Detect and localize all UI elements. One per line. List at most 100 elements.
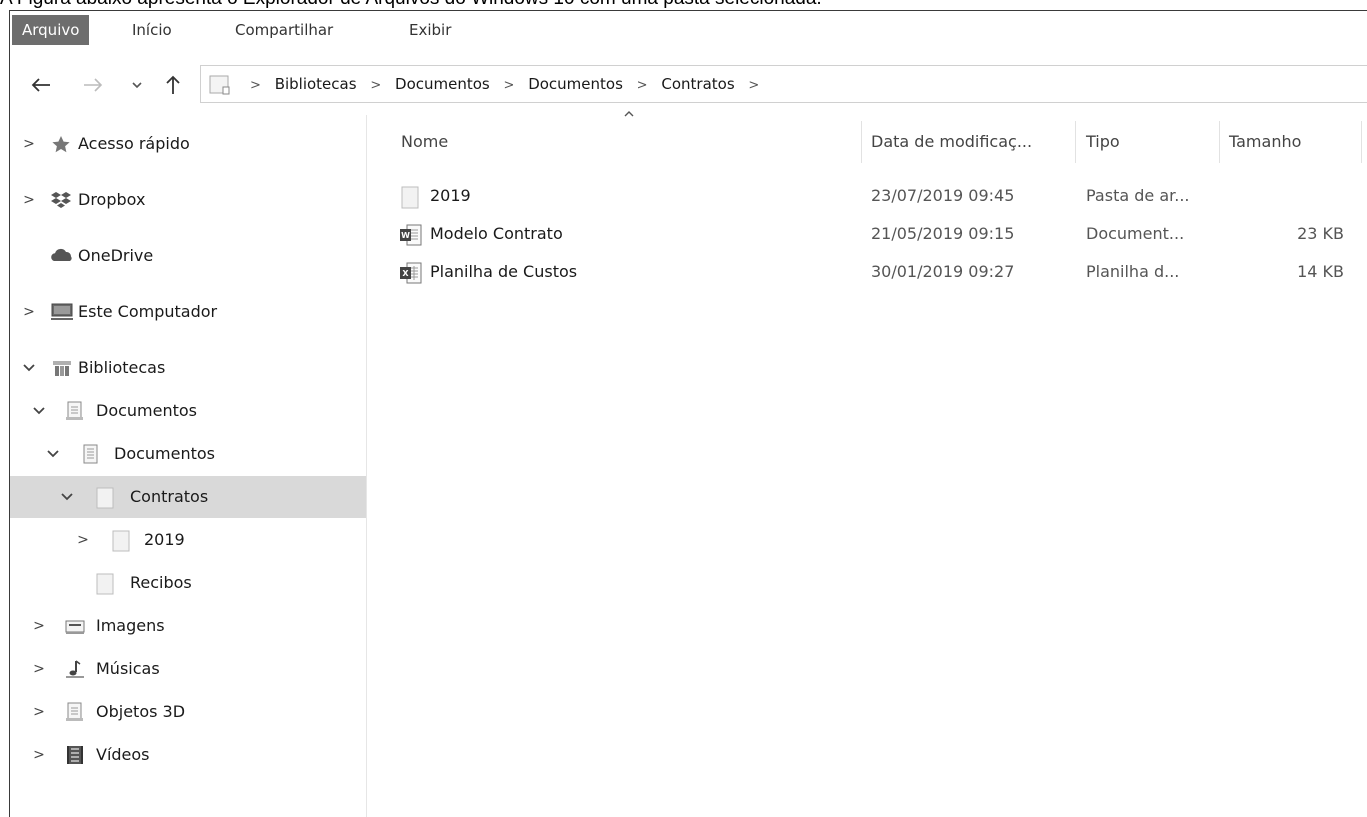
tab-exibir[interactable]: Exibir — [409, 15, 451, 45]
arrow-up-icon — [166, 75, 180, 94]
sort-ascending-icon — [623, 109, 635, 119]
file-type: Document... — [1086, 224, 1185, 243]
tree-item-label: Recibos — [130, 573, 192, 592]
chevron-down-icon[interactable] — [46, 444, 60, 464]
computer-icon — [50, 302, 73, 322]
tree-item-label: Documentos — [96, 401, 198, 420]
navigation-bar: > Bibliotecas > Documentos > Documentos … — [10, 63, 1367, 107]
file-date: 23/07/2019 09:45 — [871, 186, 1015, 205]
video-icon — [64, 745, 86, 765]
back-button[interactable] — [28, 69, 54, 101]
address-bar[interactable]: > Bibliotecas > Documentos > Documentos … — [200, 65, 1367, 103]
breadcrumb-documentos-2[interactable]: Documentos — [528, 66, 623, 102]
tree-item-bibliotecas[interactable]: Bibliotecas — [10, 347, 366, 389]
file-row-modelo-contrato[interactable]: W Modelo Contrato 21/05/2019 09:15 Docum… — [367, 215, 1367, 253]
column-header-size[interactable]: Tamanho — [1229, 121, 1301, 163]
tree-item-este-computador[interactable]: > Este Computador — [10, 291, 366, 333]
tree-item-label: Bibliotecas — [78, 358, 166, 377]
chevron-right-icon[interactable]: > — [32, 745, 46, 765]
document-icon — [80, 444, 102, 464]
svg-text:X: X — [402, 269, 409, 278]
breadcrumb-separator[interactable]: > — [637, 68, 648, 104]
tree-item-videos[interactable]: > Vídeos — [10, 734, 366, 776]
chevron-right-icon[interactable]: > — [32, 702, 46, 722]
tree-item-dropbox[interactable]: > Dropbox — [10, 179, 366, 221]
tree-item-label: Músicas — [96, 659, 160, 678]
chevron-down-icon — [132, 82, 142, 89]
tree-item-documentos-folder[interactable]: Documentos — [10, 433, 366, 475]
breadcrumb-contratos[interactable]: Contratos — [661, 66, 734, 102]
chevron-right-icon[interactable]: > — [22, 190, 36, 210]
word-document-icon: W — [399, 224, 422, 246]
file-date: 30/01/2019 09:27 — [871, 262, 1015, 281]
tree-item-label: Dropbox — [78, 190, 146, 209]
file-row-planilha-de-custos[interactable]: X Planilha de Custos 30/01/2019 09:27 Pl… — [367, 253, 1367, 291]
tree-item-imagens[interactable]: > Imagens — [10, 605, 366, 647]
folder-icon — [94, 573, 116, 595]
file-row-2019[interactable]: 2019 23/07/2019 09:45 Pasta de ar... — [367, 177, 1367, 215]
tab-arquivo[interactable]: Arquivo — [12, 15, 90, 45]
breadcrumb: > Bibliotecas > Documentos > Documentos … — [241, 66, 768, 102]
tree-item-contratos[interactable]: Contratos — [10, 476, 366, 518]
recent-locations-button[interactable] — [124, 69, 150, 101]
svg-text:W: W — [401, 231, 410, 240]
chevron-right-icon[interactable]: > — [32, 616, 46, 636]
column-divider[interactable] — [1361, 121, 1362, 163]
chevron-down-icon[interactable] — [22, 358, 36, 378]
tree-item-documentos-library[interactable]: Documentos — [10, 390, 366, 432]
tree-item-acesso-rapido[interactable]: > Acesso rápido — [10, 123, 366, 165]
breadcrumb-bibliotecas[interactable]: Bibliotecas — [275, 66, 357, 102]
chevron-right-icon[interactable]: > — [76, 530, 90, 550]
breadcrumb-separator: > — [250, 78, 261, 93]
column-header-name[interactable]: Nome — [401, 121, 448, 163]
figure-caption: A Figura abaixo apresenta o Explorador d… — [0, 0, 1367, 10]
file-name: 2019 — [430, 186, 471, 205]
folder-icon — [110, 530, 132, 552]
tree-item-label: 2019 — [144, 530, 185, 549]
file-date: 21/05/2019 09:15 — [871, 224, 1015, 243]
folder-icon — [94, 487, 116, 509]
chevron-right-icon[interactable]: > — [32, 659, 46, 679]
star-icon — [50, 134, 72, 154]
forward-button[interactable] — [80, 69, 106, 101]
chevron-down-icon[interactable] — [60, 487, 74, 507]
chevron-right-icon[interactable]: > — [22, 302, 36, 322]
ribbon: Arquivo Início Compartilhar Exibir — [10, 11, 1367, 51]
file-explorer-window: Arquivo Início Compartilhar Exibir > Bib… — [9, 10, 1367, 817]
arrow-left-icon — [31, 78, 50, 92]
folder-icon — [399, 186, 421, 209]
music-icon — [64, 659, 86, 679]
breadcrumb-documentos-1[interactable]: Documentos — [395, 66, 490, 102]
chevron-down-icon[interactable] — [32, 401, 46, 421]
tree-item-onedrive[interactable]: OneDrive — [10, 235, 366, 277]
tree-item-2019[interactable]: > 2019 — [10, 519, 366, 561]
column-divider[interactable] — [861, 121, 862, 163]
tab-compartilhar[interactable]: Compartilhar — [235, 15, 333, 45]
excel-spreadsheet-icon: X — [399, 262, 422, 284]
navigation-pane: > Acesso rápido > Dropbox OneDrive > Est… — [10, 115, 366, 817]
file-name: Modelo Contrato — [430, 224, 563, 243]
breadcrumb-separator[interactable]: > — [504, 68, 515, 104]
tree-item-recibos[interactable]: Recibos — [10, 562, 366, 604]
up-button[interactable] — [160, 69, 186, 101]
tab-inicio[interactable]: Início — [132, 15, 172, 45]
tree-item-objetos-3d[interactable]: > Objetos 3D — [10, 691, 366, 733]
file-size: 14 KB — [1297, 262, 1344, 281]
tree-item-musicas[interactable]: > Músicas — [10, 648, 366, 690]
tree-item-label: Documentos — [114, 444, 216, 463]
tree-item-label: Este Computador — [78, 302, 218, 321]
file-type: Planilha d... — [1086, 262, 1180, 281]
image-icon — [64, 616, 86, 636]
tree-item-label: Imagens — [96, 616, 165, 635]
breadcrumb-separator[interactable]: > — [370, 68, 381, 104]
column-divider[interactable] — [1219, 121, 1220, 163]
file-type: Pasta de ar... — [1086, 186, 1190, 205]
chevron-right-icon[interactable]: > — [22, 134, 36, 154]
breadcrumb-separator[interactable]: > — [748, 68, 759, 104]
arrow-right-icon — [84, 78, 103, 92]
column-header-type[interactable]: Tipo — [1086, 121, 1120, 163]
column-header-date[interactable]: Data de modificaç... — [871, 121, 1032, 163]
column-divider[interactable] — [1075, 121, 1076, 163]
file-name: Planilha de Custos — [430, 262, 578, 281]
document-icon — [64, 401, 86, 421]
